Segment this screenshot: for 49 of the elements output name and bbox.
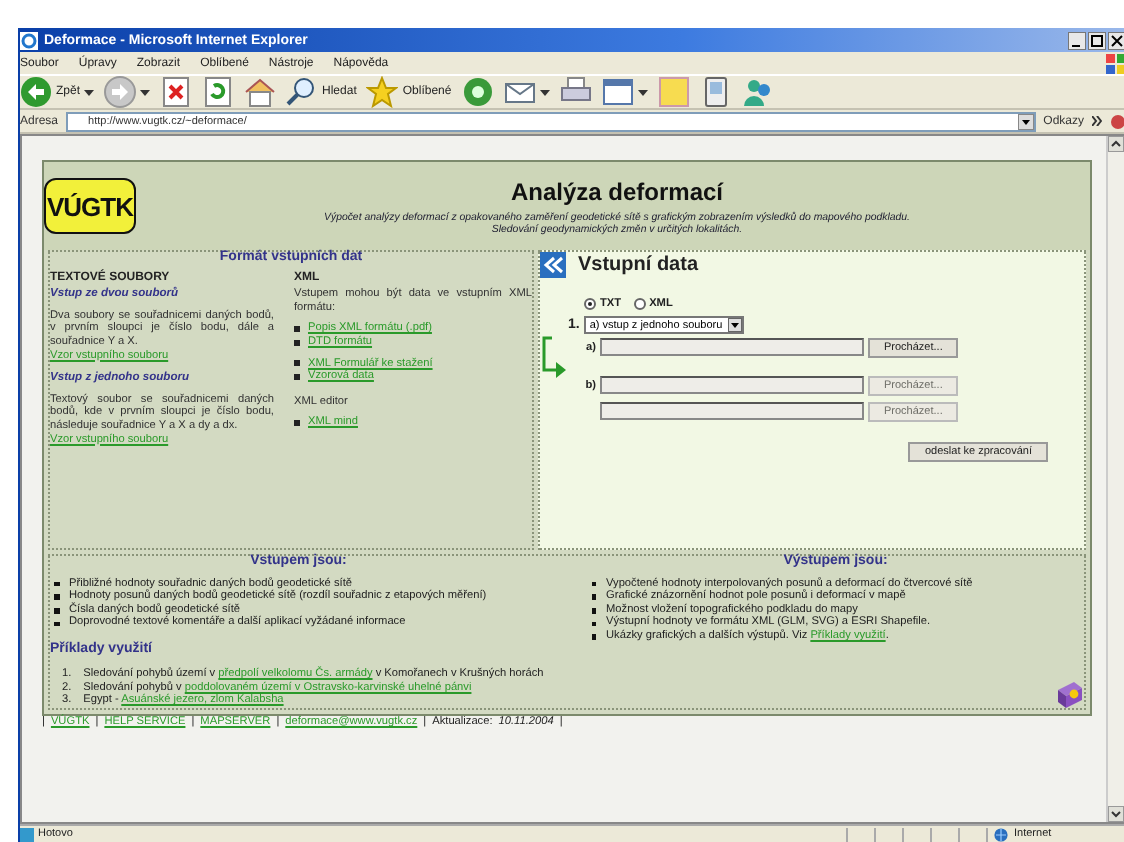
refresh-button[interactable] xyxy=(202,76,235,108)
bullet-icon xyxy=(294,373,300,380)
search-icon xyxy=(286,76,319,108)
globe-icon xyxy=(994,827,1008,841)
scroll-down-icon[interactable] xyxy=(1108,806,1124,822)
bullet-icon xyxy=(591,608,596,614)
windows-flag-icon xyxy=(1106,53,1124,73)
note-icon xyxy=(657,76,690,108)
dropdown-arrow-icon xyxy=(1017,113,1034,129)
logo: VÚGTK xyxy=(44,178,136,234)
device-button[interactable] xyxy=(699,76,732,108)
page-title: Analýza deformací xyxy=(508,177,726,205)
forward-button[interactable] xyxy=(104,76,151,108)
bullet-icon xyxy=(294,339,300,346)
close-icon[interactable] xyxy=(1108,31,1124,49)
chevron-icon xyxy=(1092,116,1102,126)
people-button[interactable] xyxy=(741,76,774,108)
media-button[interactable] xyxy=(461,76,494,108)
stop-button[interactable] xyxy=(160,76,193,108)
panel-title: Vstupní data xyxy=(578,254,699,276)
star-icon xyxy=(366,76,399,108)
arrow-icon xyxy=(540,336,568,380)
maximize-icon[interactable] xyxy=(1088,31,1106,49)
minimize-icon[interactable] xyxy=(1068,31,1086,49)
caret-icon xyxy=(728,318,743,332)
device-icon xyxy=(699,76,732,108)
bullet-icon xyxy=(591,581,596,587)
bullet-icon xyxy=(54,581,59,587)
data-icon xyxy=(540,252,566,278)
scrollbar[interactable] xyxy=(1106,136,1124,822)
bullet-icon xyxy=(591,621,596,627)
edit-button[interactable] xyxy=(601,76,648,108)
media-icon xyxy=(461,76,494,108)
radio-button[interactable] xyxy=(633,298,646,310)
file-field[interactable] xyxy=(600,338,864,356)
home-button[interactable] xyxy=(244,76,277,108)
bullet-icon xyxy=(54,594,59,600)
file-field[interactable] xyxy=(600,402,864,420)
bullet-icon xyxy=(591,594,596,600)
bullet-icon xyxy=(294,360,300,367)
bullet-icon xyxy=(294,326,300,333)
scroll-up-icon[interactable] xyxy=(1108,136,1124,152)
people-icon xyxy=(741,76,774,108)
bullet-icon xyxy=(591,634,596,640)
file-field[interactable] xyxy=(600,376,864,394)
bullet-icon xyxy=(54,621,59,627)
bullet-icon xyxy=(54,608,59,614)
bullet-icon xyxy=(294,420,300,427)
radio-button[interactable] xyxy=(584,298,596,310)
